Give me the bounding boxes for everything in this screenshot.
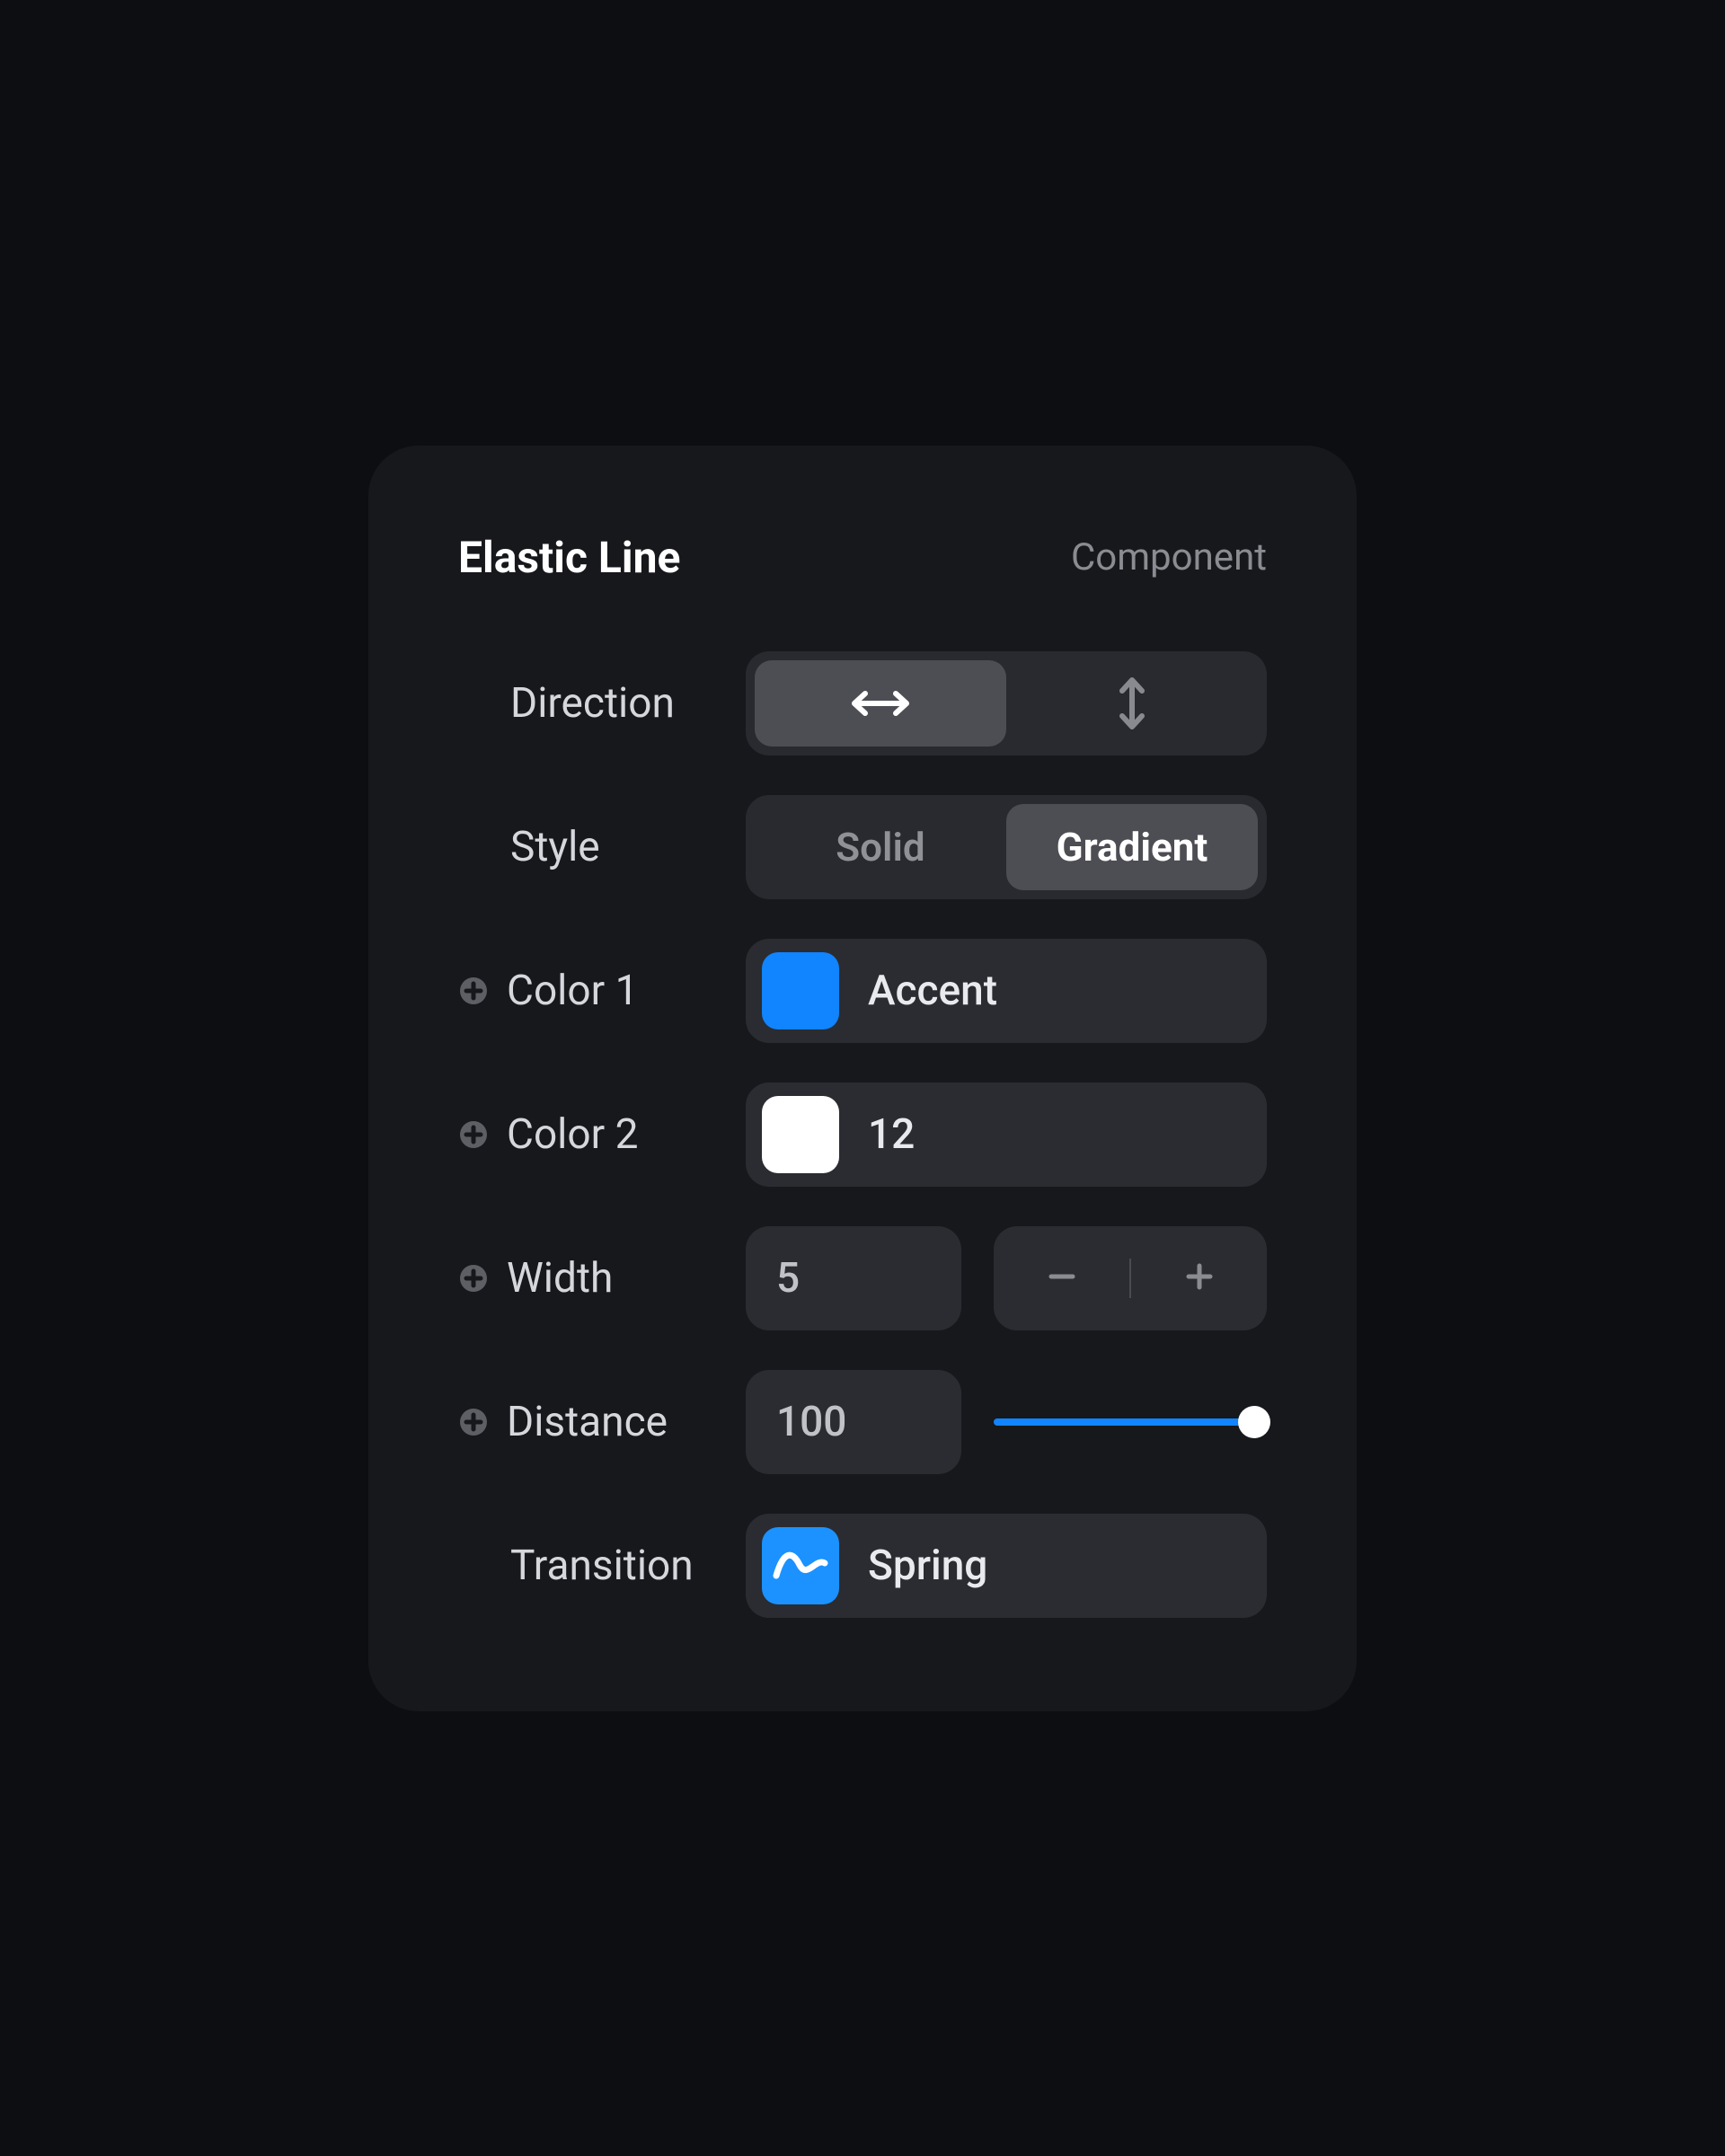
properties-panel: Elastic Line Component Direction <box>368 446 1357 1711</box>
panel-subtitle: Component <box>1071 535 1267 579</box>
row-color1: Color 1 Accent <box>458 939 1267 1043</box>
label-distance: Distance <box>507 1398 668 1446</box>
transition-control[interactable]: Spring <box>746 1514 1267 1618</box>
arrows-horizontal-icon <box>851 686 910 720</box>
direction-segmented <box>746 651 1267 755</box>
label-style: Style <box>510 823 600 871</box>
style-solid-button[interactable]: Solid <box>755 804 1006 890</box>
style-gradient-button[interactable]: Gradient <box>1006 804 1258 890</box>
minus-icon <box>1044 1259 1080 1298</box>
color1-value: Accent <box>868 967 997 1015</box>
plus-circle-icon[interactable] <box>458 1119 489 1150</box>
color1-control[interactable]: Accent <box>746 939 1267 1043</box>
slider-track <box>994 1418 1267 1426</box>
label-transition: Transition <box>510 1542 694 1590</box>
color2-swatch <box>762 1096 839 1173</box>
direction-vertical-button[interactable] <box>1006 660 1258 747</box>
plus-circle-icon[interactable] <box>458 976 489 1006</box>
slider-thumb[interactable] <box>1238 1406 1270 1438</box>
width-stepper <box>994 1226 1267 1330</box>
style-segmented: Solid Gradient <box>746 795 1267 899</box>
label-direction: Direction <box>510 679 675 728</box>
row-direction: Direction <box>458 651 1267 755</box>
color2-control[interactable]: 12 <box>746 1082 1267 1187</box>
plus-circle-icon[interactable] <box>458 1263 489 1294</box>
width-increment-button[interactable] <box>1131 1226 1267 1330</box>
plus-icon <box>1181 1259 1217 1298</box>
plus-circle-icon[interactable] <box>458 1407 489 1437</box>
label-color2: Color 2 <box>507 1110 638 1159</box>
label-color1: Color 1 <box>507 967 638 1015</box>
width-input[interactable]: 5 <box>746 1226 961 1330</box>
panel-title: Elastic Line <box>458 532 680 583</box>
transition-icon-box <box>762 1527 839 1604</box>
color2-value: 12 <box>868 1110 915 1159</box>
distance-input[interactable]: 100 <box>746 1370 961 1474</box>
panel-header: Elastic Line Component <box>458 532 1267 583</box>
arrows-vertical-icon <box>1115 676 1149 730</box>
direction-horizontal-button[interactable] <box>755 660 1006 747</box>
width-decrement-button[interactable] <box>994 1226 1129 1330</box>
row-style: Style Solid Gradient <box>458 795 1267 899</box>
row-transition: Transition Spring <box>458 1514 1267 1618</box>
distance-slider[interactable] <box>994 1417 1267 1427</box>
label-width: Width <box>507 1254 613 1303</box>
row-color2: Color 2 12 <box>458 1082 1267 1187</box>
row-distance: Distance 100 <box>458 1370 1267 1474</box>
spring-curve-icon <box>773 1545 828 1586</box>
transition-value: Spring <box>868 1542 987 1590</box>
row-width: Width 5 <box>458 1226 1267 1330</box>
color1-swatch <box>762 952 839 1029</box>
